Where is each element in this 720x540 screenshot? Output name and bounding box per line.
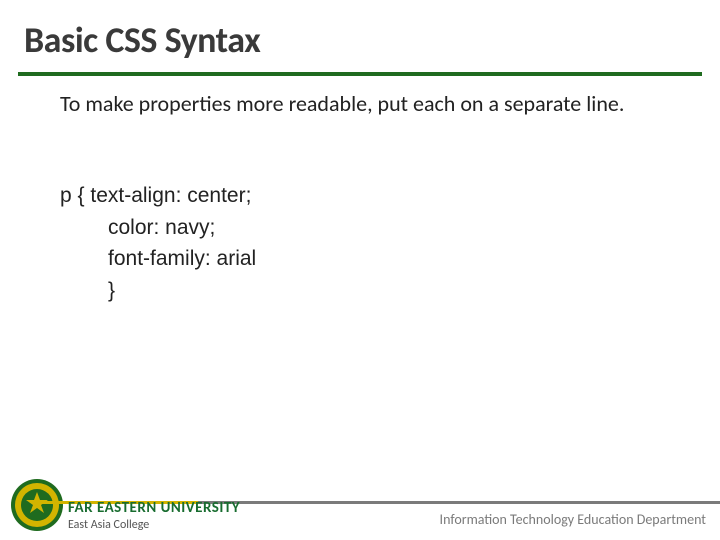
slide-container: { "title": "Basic CSS Syntax", "body": "… — [0, 0, 720, 540]
body-paragraph: To make properties more readable, put ea… — [60, 90, 660, 118]
code-block: p { text-align: center; color: navy; fon… — [60, 180, 256, 306]
university-seal-icon — [10, 478, 64, 532]
code-line-4: } — [108, 275, 256, 307]
code-line-1: p { text-align: center; — [60, 180, 256, 212]
university-name: FAR EASTERN UNIVERSITY — [68, 499, 240, 517]
college-name: East Asia College — [68, 518, 240, 532]
code-line-2: color: navy; — [108, 212, 256, 244]
title-underline — [18, 72, 702, 76]
department-name: Information Technology Education Departm… — [440, 511, 706, 528]
slide-footer: FAR EASTERN UNIVERSITY East Asia College… — [0, 472, 720, 540]
code-line-3: font-family: arial — [108, 243, 256, 275]
slide-title: Basic CSS Syntax — [24, 18, 260, 62]
footer-university-block: FAR EASTERN UNIVERSITY East Asia College — [68, 499, 240, 532]
